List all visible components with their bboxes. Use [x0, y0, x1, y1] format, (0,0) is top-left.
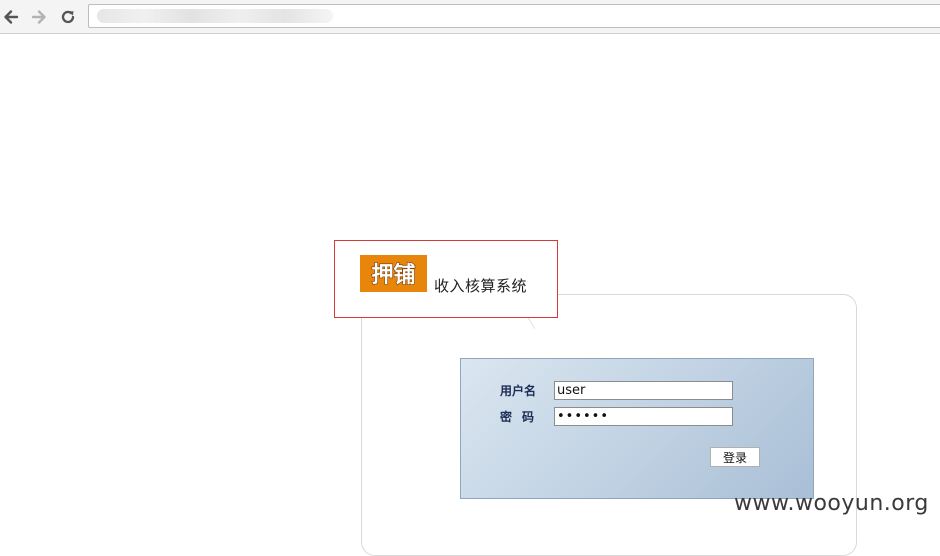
password-input[interactable]: •••••• — [554, 407, 733, 426]
username-input[interactable]: user — [554, 381, 733, 400]
login-form — [460, 358, 814, 499]
blurred-url — [97, 9, 333, 23]
watermark: www.wooyun.org — [734, 491, 929, 516]
browser-toolbar — [0, 0, 940, 34]
back-arrow-icon[interactable] — [0, 6, 22, 28]
svg-text:押铺: 押铺 — [371, 262, 415, 288]
password-label: 密码 — [500, 410, 545, 424]
reload-icon[interactable] — [57, 6, 79, 28]
system-title: 收入核算系统 — [434, 277, 528, 295]
logo: 押铺 — [360, 255, 427, 292]
login-button[interactable]: 登录 — [710, 447, 760, 467]
username-label: 用户名 — [500, 384, 537, 398]
address-bar[interactable] — [88, 4, 940, 28]
forward-arrow-icon[interactable] — [28, 6, 50, 28]
